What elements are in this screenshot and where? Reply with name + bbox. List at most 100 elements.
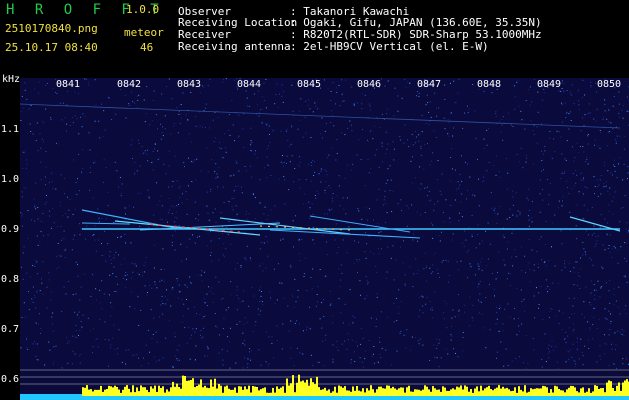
amplitude-bar (596, 385, 598, 396)
file-name: 2510170840.png (5, 22, 98, 35)
amplitude-bar (504, 388, 506, 396)
amplitude-bar (450, 389, 452, 396)
amplitude-bar (544, 386, 546, 396)
amplitude-bar (494, 388, 496, 396)
amplitude-bar (366, 388, 368, 396)
amplitude-bar (332, 391, 334, 396)
amplitude-bar (426, 386, 428, 396)
amplitude-bar (130, 392, 132, 396)
amplitude-bar (196, 386, 198, 396)
amplitude-bar (462, 389, 464, 396)
amplitude-bar (98, 389, 100, 396)
amplitude-bar (158, 385, 160, 396)
time-tick: 0848 (477, 79, 502, 90)
amplitude-bar (448, 391, 450, 396)
amplitude-bar (338, 385, 340, 396)
amplitude-bar (548, 392, 550, 396)
freq-tick: 0.8 (1, 274, 20, 285)
amplitude-bar (310, 378, 312, 396)
amplitude-bar (150, 386, 152, 396)
app-version: 1.0.0 (126, 3, 160, 16)
amplitude-bar (514, 387, 516, 396)
amplitude-bar (264, 387, 266, 396)
amplitude-bar (328, 389, 330, 396)
amplitude-bar (260, 389, 262, 396)
amplitude-bar (410, 391, 412, 396)
amplitude-bar (492, 390, 494, 396)
time-tick: 0844 (237, 79, 262, 90)
amplitude-bar (428, 389, 430, 396)
amplitude-bar (582, 387, 584, 396)
amplitude-bar (82, 387, 84, 396)
amplitude-bar (118, 389, 120, 396)
amplitude-bar (566, 389, 568, 396)
amplitude-bar (218, 384, 220, 396)
amplitude-bar (258, 390, 260, 396)
amplitude-bar (412, 391, 414, 396)
amplitude-bar (568, 387, 570, 396)
amplitude-bar (400, 387, 402, 396)
amplitude-bar (224, 386, 226, 396)
amplitude-bar (330, 392, 332, 396)
amplitude-bar (408, 385, 410, 396)
amplitude-bar (626, 379, 628, 396)
amplitude-bar (192, 378, 194, 396)
amplitude-bar (606, 382, 608, 396)
amplitude-bar (84, 387, 86, 396)
amplitude-bar (300, 381, 302, 396)
amplitude-bar (546, 387, 548, 396)
freq-tick: 0.6 (1, 374, 20, 385)
amplitude-bar (140, 385, 142, 396)
amplitude-bar (122, 389, 124, 396)
amplitude-bar (550, 389, 552, 396)
amplitude-bar (552, 392, 554, 396)
amplitude-bar (314, 384, 316, 396)
time-tick: 0850 (597, 79, 622, 90)
amplitude-bar (498, 385, 500, 396)
amplitude-bar (184, 376, 186, 396)
amplitude-bar (242, 389, 244, 396)
amplitude-bar (104, 389, 106, 396)
amplitude-bar (216, 388, 218, 396)
amplitude-bar (500, 388, 502, 396)
amplitude-bar (570, 385, 572, 396)
amplitude-bar (618, 382, 620, 396)
amplitude-bar (486, 387, 488, 396)
time-tick: 0845 (297, 79, 322, 90)
amplitude-bar (180, 388, 182, 396)
time-tick: 0841 (56, 79, 81, 90)
amplitude-bar (232, 389, 234, 396)
amplitude-bar (86, 385, 88, 396)
amplitude-bar (560, 390, 562, 396)
amplitude-bar (154, 385, 156, 396)
amplitude-bar (190, 380, 192, 396)
amplitude-bar (390, 388, 392, 396)
amplitude-bar (234, 387, 236, 396)
amplitude-bar (592, 391, 594, 396)
amplitude-bar (256, 387, 258, 396)
amplitude-bar (202, 387, 204, 396)
amplitude-bar (382, 388, 384, 396)
amplitude-bar (206, 387, 208, 396)
amplitude-bar (604, 392, 606, 396)
amplitude-bar (240, 386, 242, 396)
amplitude-bar (438, 389, 440, 396)
amplitude-bar (170, 387, 172, 396)
amplitude-bar (316, 376, 318, 396)
amplitude-bar (464, 385, 466, 396)
amplitude-bar (502, 386, 504, 396)
amplitude-bar (222, 392, 224, 396)
amplitude-bar (228, 388, 230, 396)
meteor-count: 46 (140, 41, 154, 54)
amplitude-bar (306, 379, 308, 396)
amplitude-bar (478, 391, 480, 396)
amplitude-bar (452, 388, 454, 396)
amplitude-bar (166, 389, 168, 396)
amplitude-bar (536, 388, 538, 396)
amplitude-bar (230, 389, 232, 396)
amplitude-bar (160, 388, 162, 396)
amplitude-bar (268, 392, 270, 396)
amplitude-bar (384, 388, 386, 396)
amplitude-bar (414, 389, 416, 396)
amplitude-bar (200, 379, 202, 396)
